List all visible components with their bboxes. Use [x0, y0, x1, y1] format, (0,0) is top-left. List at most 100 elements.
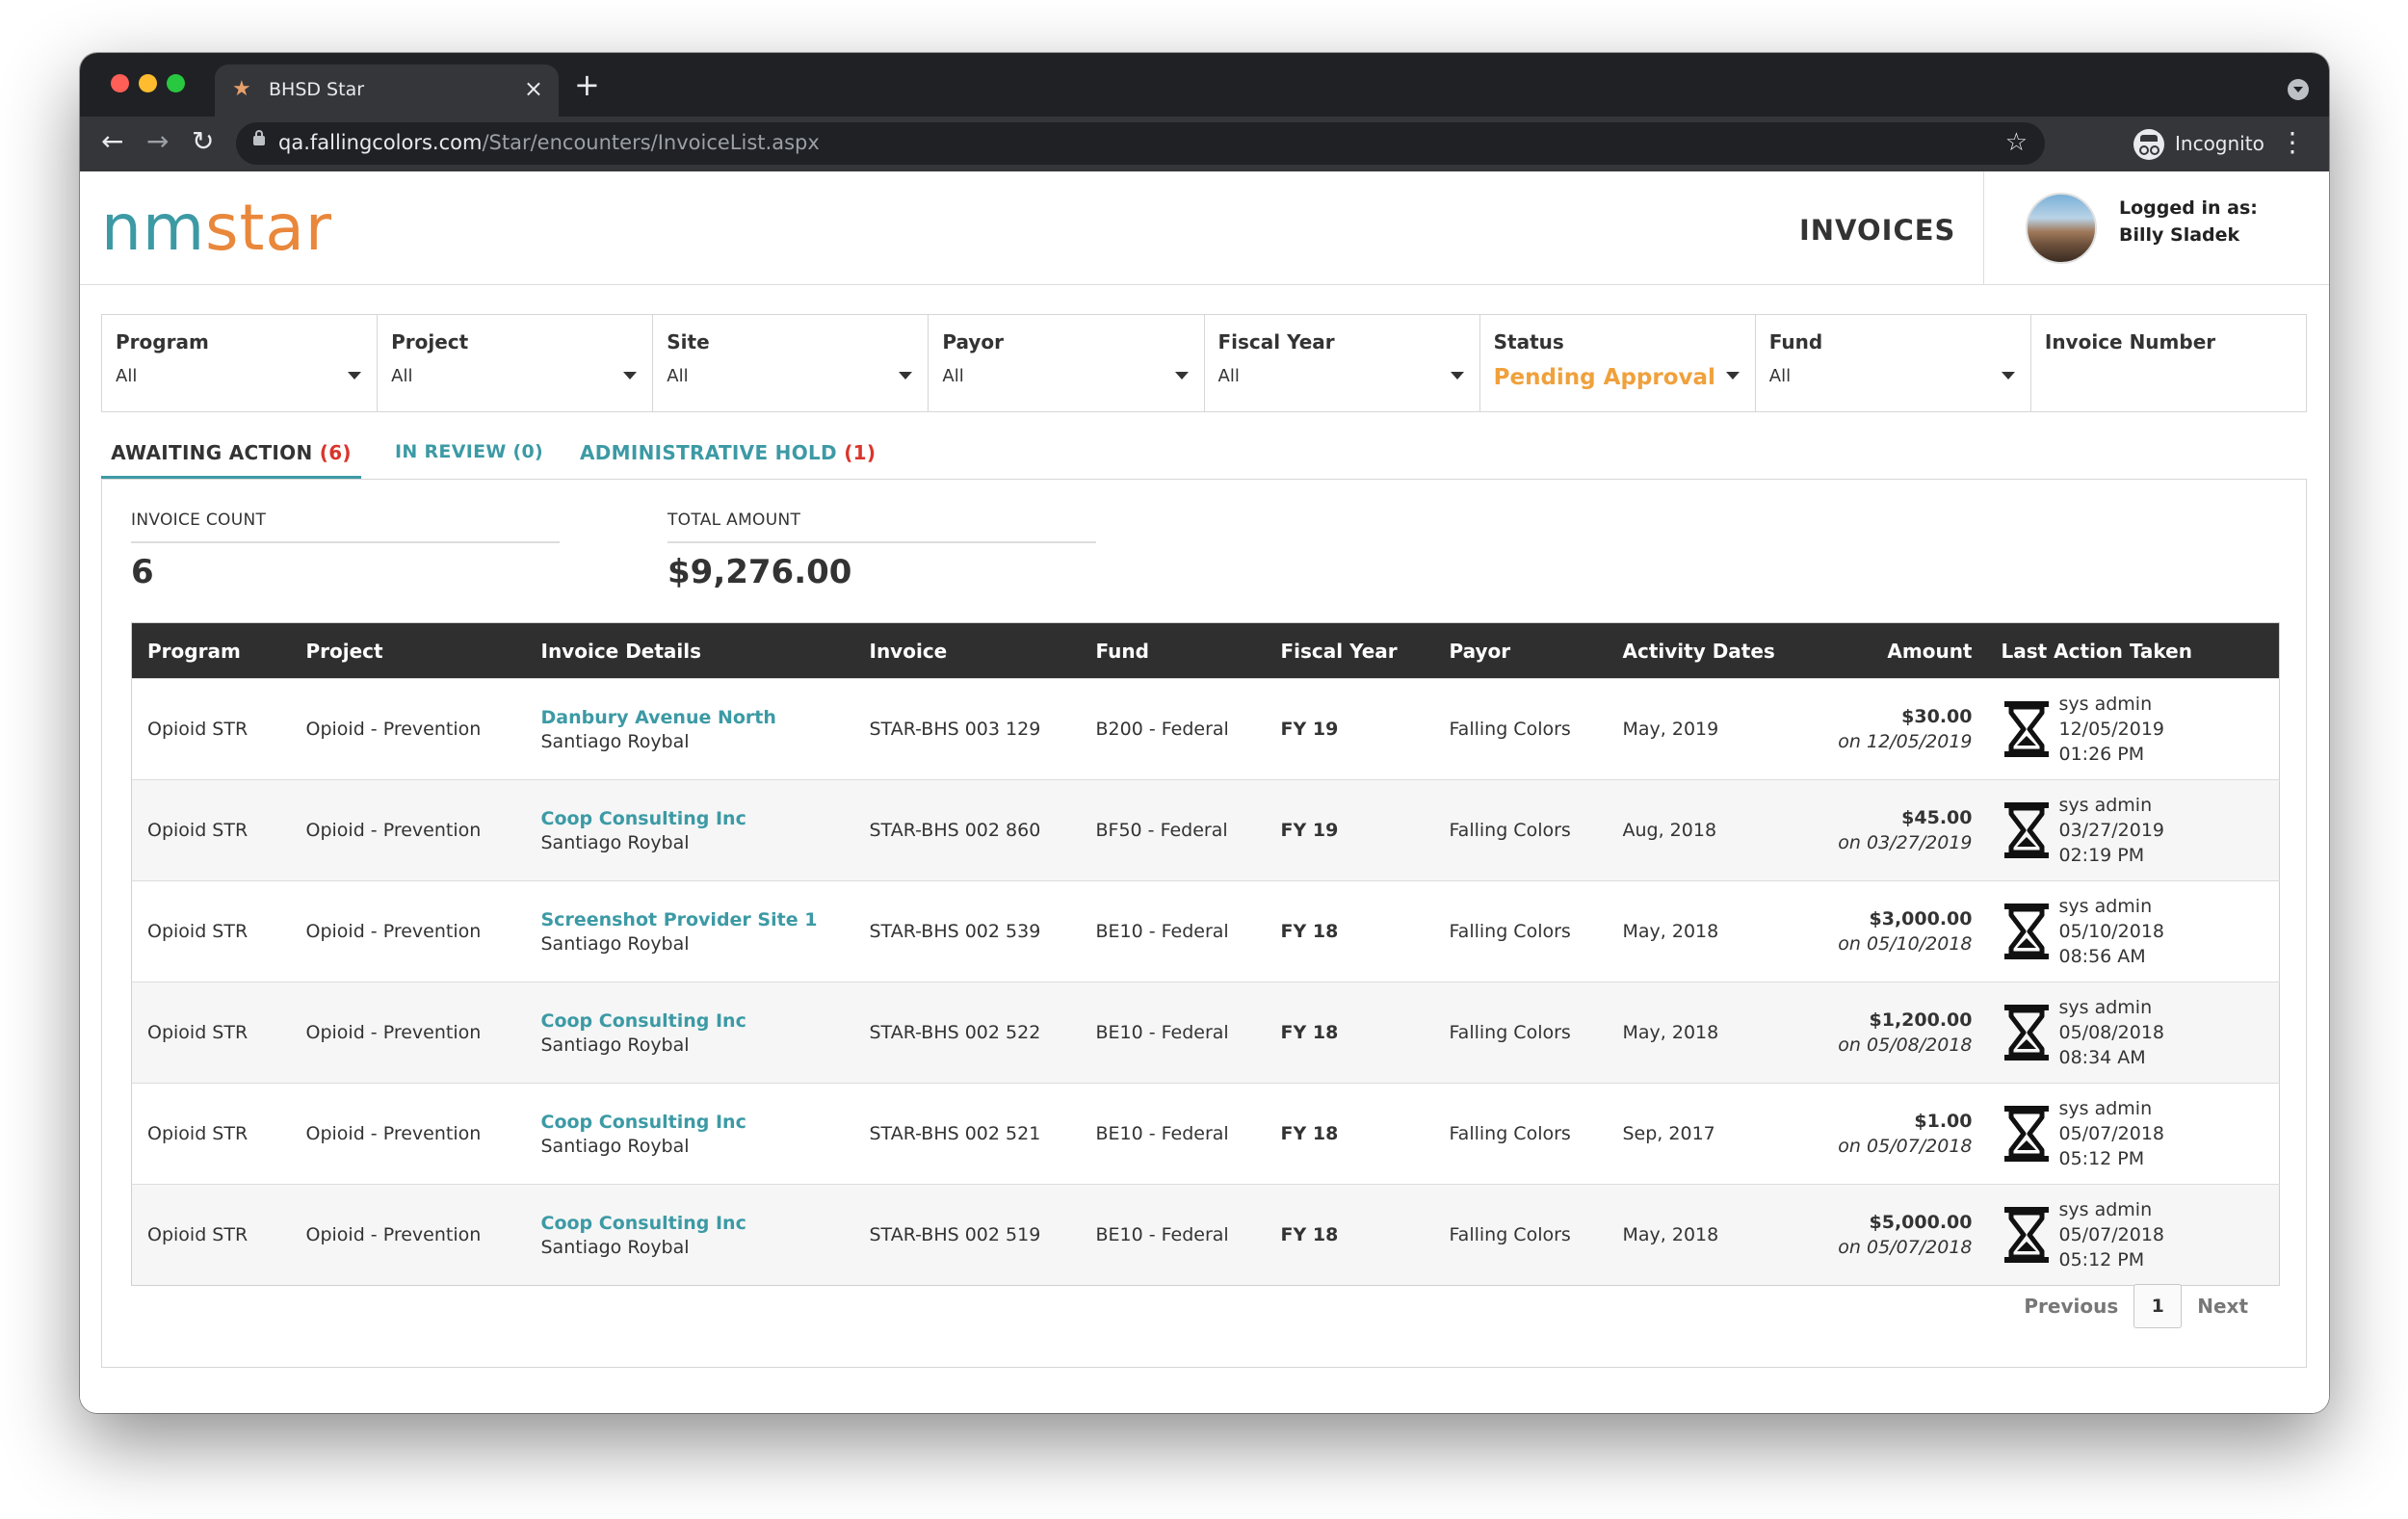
maximize-window-button[interactable] [167, 74, 185, 92]
contact-name: Santiago Roybal [540, 1034, 690, 1056]
amount-cell: $1.00 on 05/07/2018 [1831, 1084, 1986, 1185]
back-icon[interactable]: ← [101, 125, 123, 158]
amount-cell: $1,200.00 on 05/08/2018 [1831, 982, 1986, 1084]
caret-down-icon[interactable] [1450, 372, 1464, 380]
tab-in-review[interactable]: IN REVIEW (0) [395, 428, 543, 480]
provider-link[interactable]: Coop Consulting Inc [541, 1213, 854, 1234]
provider-link[interactable]: Coop Consulting Inc [541, 1112, 854, 1133]
new-tab-icon[interactable]: + [574, 66, 600, 103]
column-header[interactable]: Program [132, 623, 291, 679]
program-filter[interactable]: Program All [102, 315, 379, 411]
provider-link[interactable]: Danbury Avenue North [541, 707, 854, 728]
column-header[interactable]: Fund [1081, 623, 1266, 679]
browser-tab[interactable]: ★ BHSD Star × [215, 65, 559, 117]
table-row[interactable]: Opioid STR Opioid - Prevention Coop Cons… [131, 982, 2280, 1084]
amount-cell: $45.00 on 03/27/2019 [1831, 780, 1986, 881]
caret-down-icon[interactable] [348, 372, 362, 380]
app-header: nmstar INVOICES Logged in as: Billy Slad… [80, 171, 2329, 285]
activity-dates-cell: May, 2018 [1622, 1224, 1719, 1245]
previous-page-button[interactable]: Previous [2008, 1295, 2133, 1318]
hourglass-icon [2003, 904, 2049, 959]
program-cell: Opioid STR [147, 921, 249, 942]
browser-menu-icon[interactable]: ⋮ [2279, 128, 2306, 157]
avatar[interactable] [2026, 193, 2097, 264]
tab-awaiting-action[interactable]: AWAITING ACTION (6) [101, 428, 361, 480]
filter-label: Status [1493, 330, 1564, 354]
filter-value: All [116, 366, 138, 386]
fiscal-year-cell: FY 18 [1280, 1224, 1339, 1245]
action-date: 12/05/2019 [2058, 719, 2165, 740]
last-action-text: sys admin 05/10/2018 08:56 AM [2059, 894, 2165, 969]
provider-link[interactable]: Coop Consulting Inc [541, 1010, 854, 1032]
project-cell: Opioid - Prevention [305, 820, 482, 841]
action-date: 05/07/2018 [2058, 1123, 2165, 1144]
column-header[interactable]: Last Action Taken [1986, 623, 2280, 679]
close-window-button[interactable] [111, 74, 129, 92]
forward-icon[interactable]: → [146, 125, 169, 158]
reload-icon[interactable]: ↻ [192, 125, 214, 158]
browser-window: ★ BHSD Star × + ← → ↻ qa.fallingcolors.c… [80, 53, 2329, 1413]
caret-down-icon[interactable] [623, 372, 638, 380]
amount-value: $5,000.00 [1869, 1212, 1973, 1233]
caret-down-icon[interactable] [1725, 372, 1740, 380]
caret-down-icon[interactable] [899, 372, 913, 380]
invoice-number-cell: STAR-BHS 002 519 [869, 1224, 1041, 1245]
project-cell: Opioid - Prevention [305, 719, 482, 740]
invoice-number-cell: STAR-BHS 002 522 [869, 1022, 1041, 1043]
nmstar-logo[interactable]: nmstar [101, 191, 332, 265]
program-cell: Opioid STR [147, 820, 249, 841]
activity-dates-cell: Sep, 2017 [1622, 1123, 1715, 1144]
table-row[interactable]: Opioid STR Opioid - Prevention Coop Cons… [131, 1083, 2280, 1185]
amount-date: on 05/07/2018 [1838, 1237, 1973, 1258]
program-cell: Opioid STR [147, 1224, 249, 1245]
table-row[interactable]: Opioid STR Opioid - Prevention Screensho… [131, 880, 2280, 982]
logged-in-user-name: Billy Sladek [2119, 224, 2240, 246]
contact-name: Santiago Roybal [540, 730, 690, 752]
activity-dates-cell: May, 2018 [1622, 1022, 1719, 1043]
tab-search-icon[interactable] [2288, 79, 2309, 100]
column-header[interactable]: Amount [1831, 623, 1986, 679]
close-tab-icon[interactable]: × [524, 75, 543, 102]
fund-cell: BF50 - Federal [1095, 820, 1228, 841]
status-filter[interactable]: Status Pending Approval [1480, 315, 1756, 411]
main-content: Program All Project All Site All Payor A… [80, 285, 2329, 1413]
filter-value: All [667, 366, 689, 386]
bookmark-star-icon[interactable]: ☆ [2005, 128, 2028, 157]
address-bar[interactable]: qa.fallingcolors.com/Star/encounters/Inv… [236, 122, 2045, 165]
column-header[interactable]: Invoice [854, 623, 1081, 679]
project-filter[interactable]: Project All [378, 315, 654, 411]
filter-label: Program [116, 330, 209, 354]
table-row[interactable]: Opioid STR Opioid - Prevention Coop Cons… [131, 1184, 2280, 1286]
column-header[interactable]: Project [291, 623, 526, 679]
next-page-button[interactable]: Next [2182, 1295, 2264, 1318]
caret-down-icon[interactable] [1174, 372, 1189, 380]
table-row[interactable]: Opioid STR Opioid - Prevention Coop Cons… [131, 779, 2280, 881]
incognito-label[interactable]: Incognito [2175, 132, 2264, 155]
column-header[interactable]: Invoice Details [526, 623, 854, 679]
amount-date: on 05/08/2018 [1838, 1034, 1973, 1056]
site-filter[interactable]: Site All [653, 315, 929, 411]
status-filter-value: Pending Approval [1493, 365, 1715, 390]
column-header[interactable]: Activity Dates [1608, 623, 1831, 679]
table-row[interactable]: Opioid STR Opioid - Prevention Danbury A… [131, 678, 2280, 780]
activity-dates-cell: Aug, 2018 [1622, 820, 1717, 841]
lock-icon [253, 130, 265, 145]
provider-link[interactable]: Coop Consulting Inc [541, 808, 854, 829]
invoice-details-cell: Danbury Avenue North Santiago Roybal [526, 679, 854, 780]
action-time: 05:12 PM [2058, 1249, 2145, 1270]
invoice-details-cell: Coop Consulting Inc Santiago Roybal [526, 780, 854, 881]
column-header[interactable]: Payor [1434, 623, 1608, 679]
fiscal-year-filter[interactable]: Fiscal Year All [1205, 315, 1480, 411]
tab-administrative-hold[interactable]: ADMINISTRATIVE HOLD (1) [580, 428, 876, 480]
payor-filter[interactable]: Payor All [929, 315, 1205, 411]
fund-filter[interactable]: Fund All [1756, 315, 2031, 411]
caret-down-icon[interactable] [2001, 372, 2015, 380]
minimize-window-button[interactable] [139, 74, 157, 92]
invoice-number-filter[interactable]: Invoice Number [2031, 315, 2306, 411]
filter-value: All [1768, 366, 1792, 386]
provider-link[interactable]: Screenshot Provider Site 1 [541, 909, 854, 930]
invoice-number-cell: STAR-BHS 002 860 [869, 820, 1041, 841]
payor-cell: Falling Colors [1449, 921, 1571, 942]
page-number-button[interactable]: 1 [2133, 1284, 2183, 1328]
column-header[interactable]: Fiscal Year [1266, 623, 1434, 679]
